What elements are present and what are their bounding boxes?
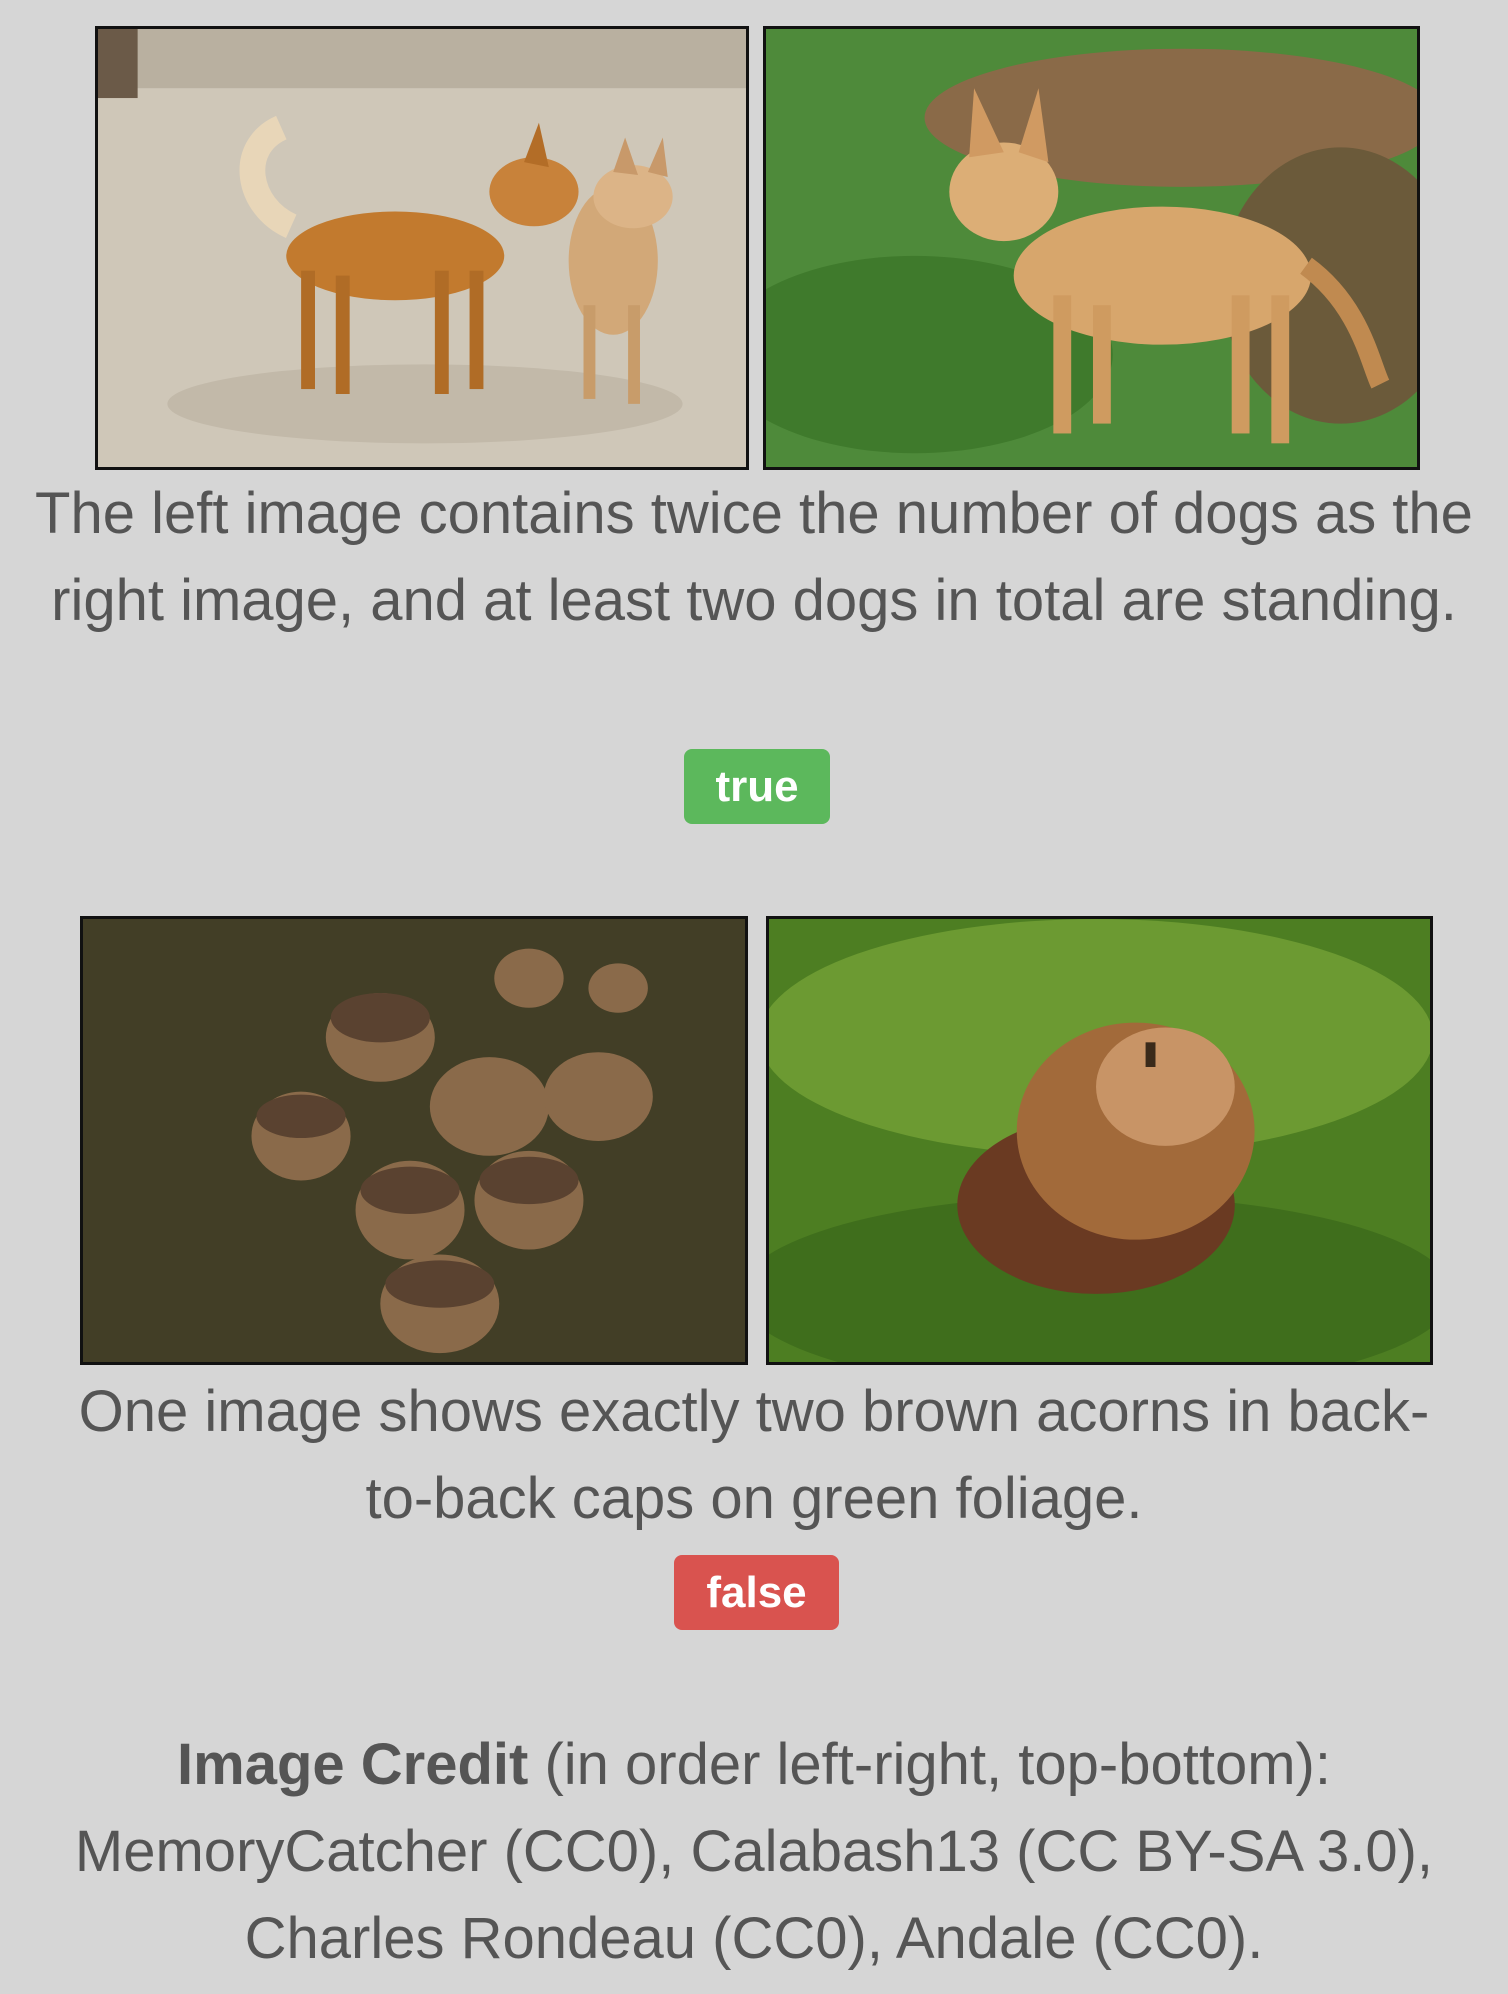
label-badge-false: false bbox=[674, 1555, 839, 1630]
photo-dog-grass bbox=[763, 26, 1420, 470]
photo-two-dogs-sand bbox=[95, 26, 749, 470]
image-credit: Image Credit (in order left-right, top-b… bbox=[0, 1721, 1508, 1982]
caption-pair-1: The left image contains twice the number… bbox=[35, 481, 1473, 633]
label-badge-true: true bbox=[684, 749, 830, 824]
photo-acorn-pile bbox=[80, 916, 748, 1365]
caption-pair-2: One image shows exactly two brown acorns… bbox=[78, 1379, 1430, 1531]
credit-text: MemoryCatcher (CC0), Calabash13 (CC BY-S… bbox=[74, 1819, 1434, 1971]
credit-order-note: (in order left-right, top-bottom): bbox=[528, 1732, 1331, 1797]
photo-acorn-moss bbox=[766, 916, 1433, 1365]
credit-heading: Image Credit bbox=[177, 1732, 529, 1797]
